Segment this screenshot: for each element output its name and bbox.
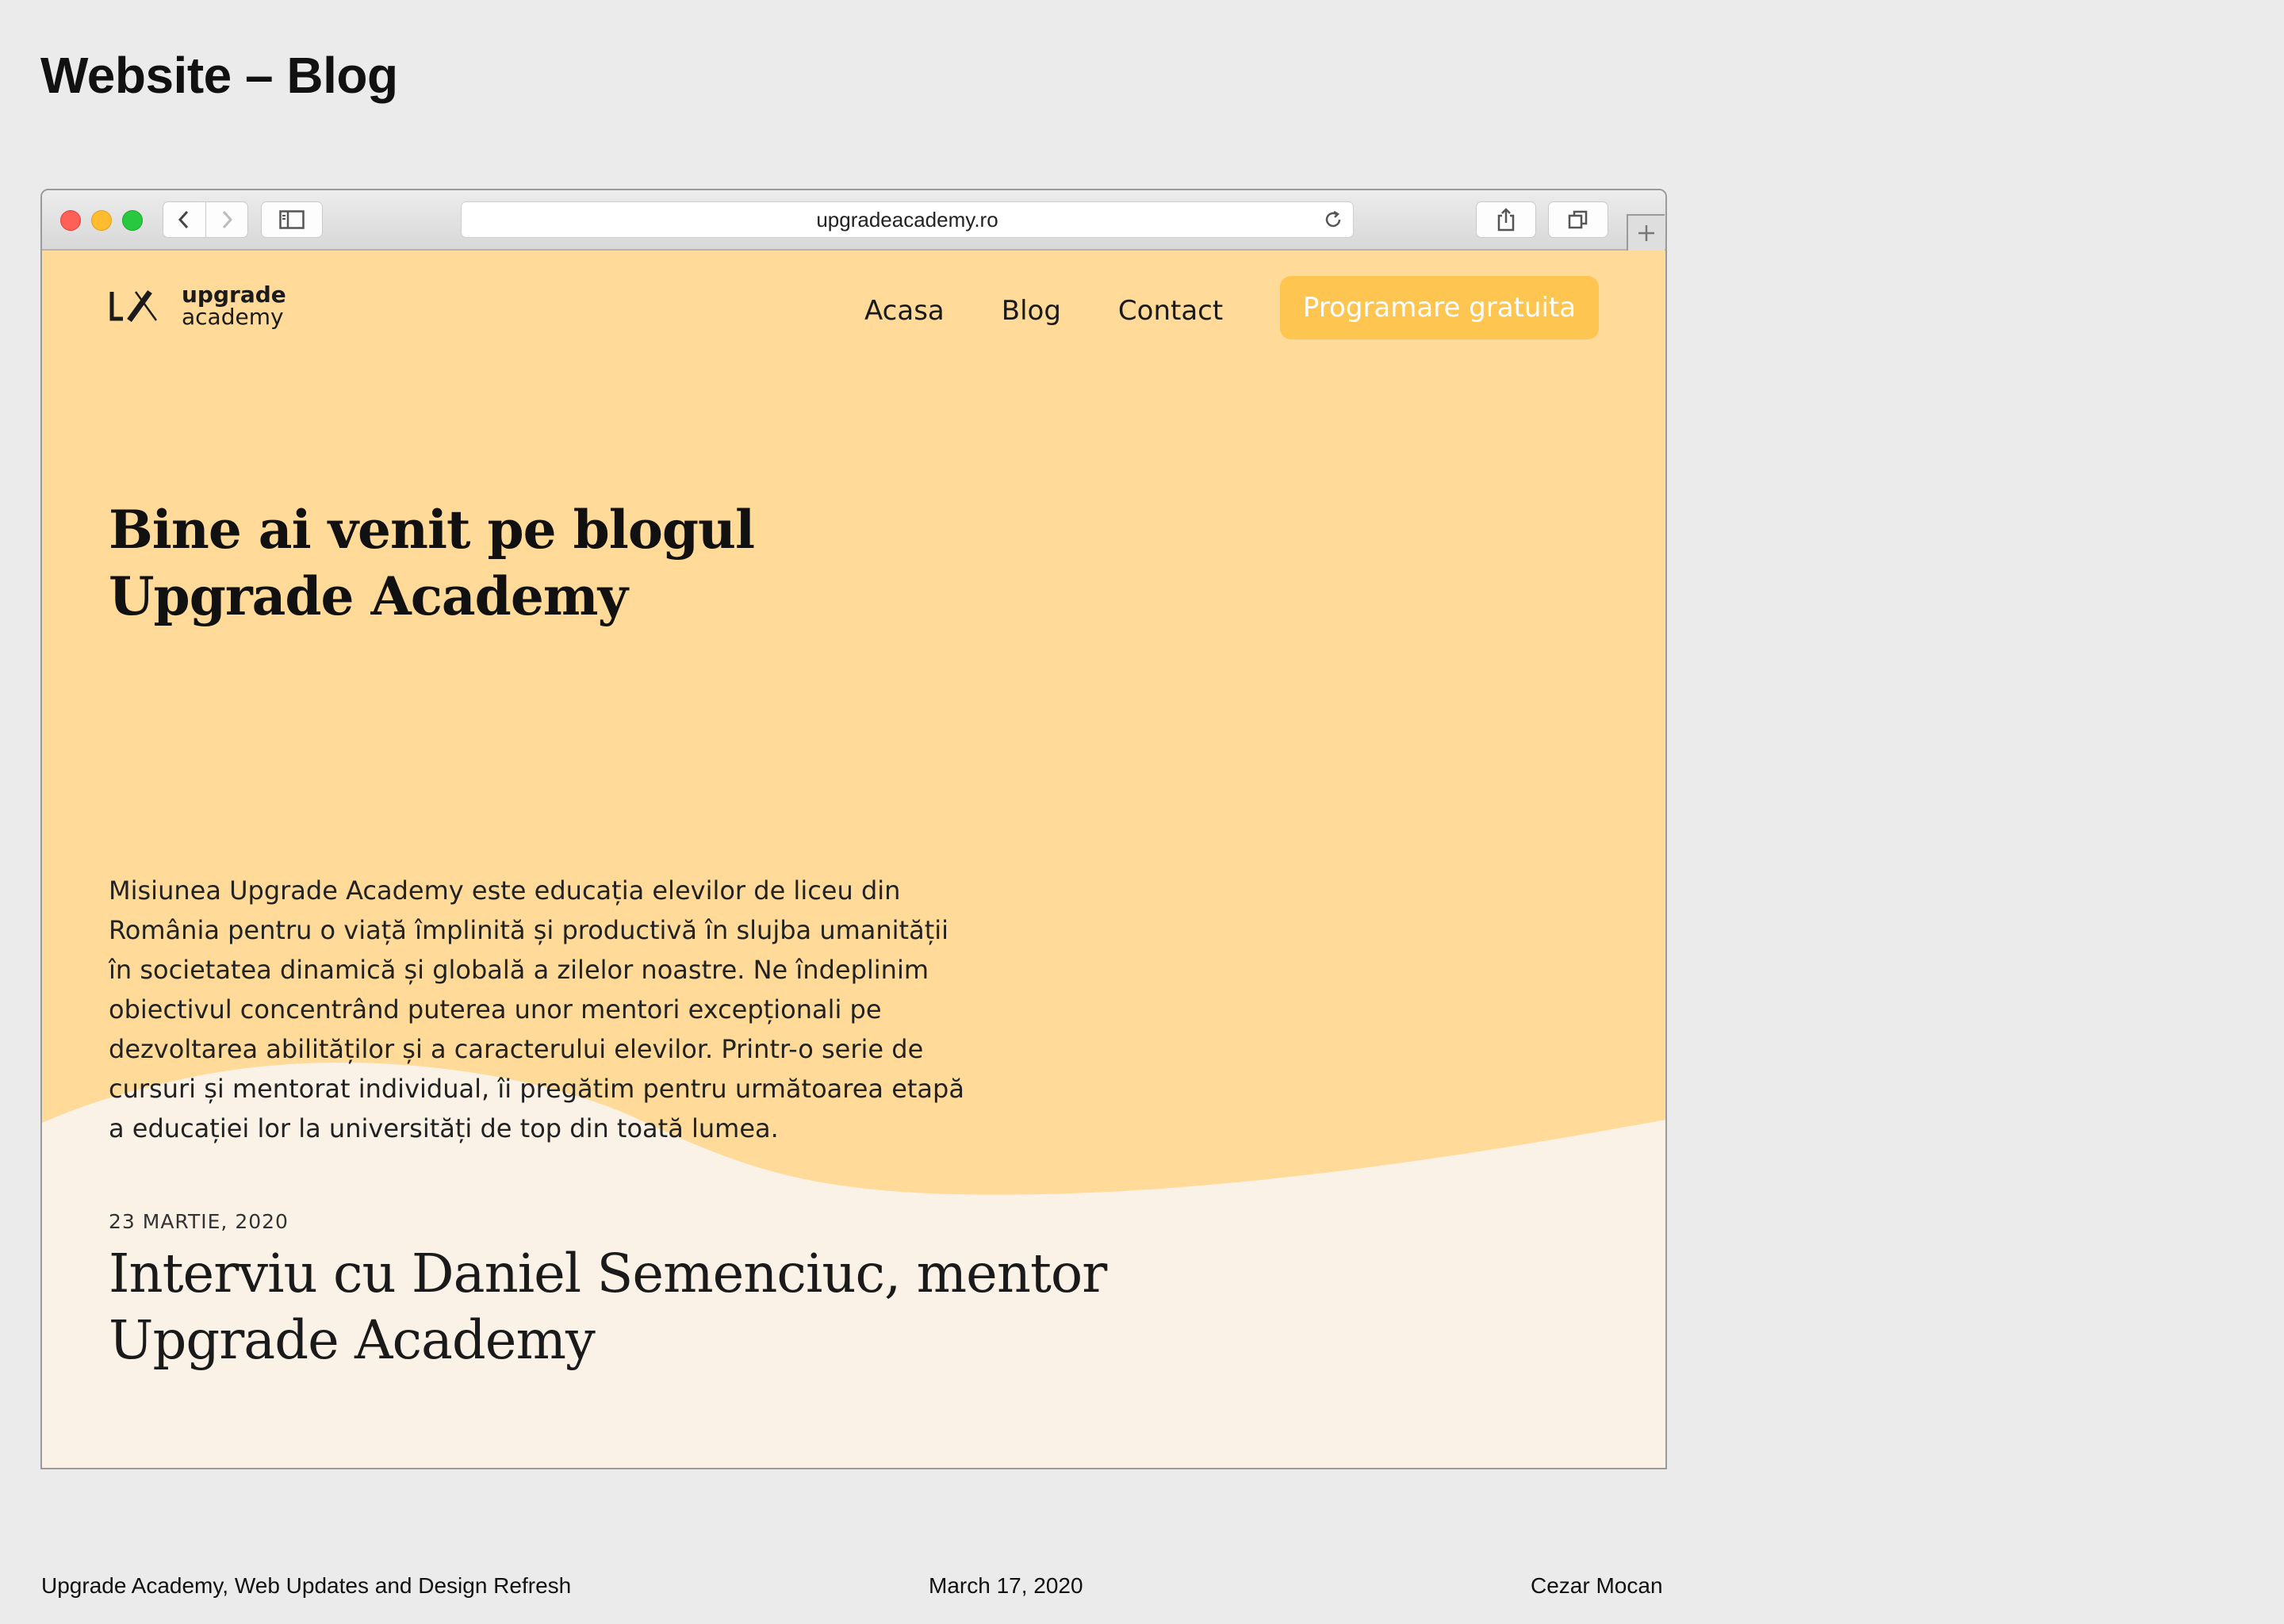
share-icon	[1497, 208, 1515, 232]
post-title-line-2: Upgrade Academy	[109, 1309, 596, 1371]
nav-link-contact[interactable]: Contact	[1118, 295, 1223, 327]
nav-link-blog[interactable]: Blog	[1002, 295, 1061, 327]
minimize-window-button[interactable]	[91, 210, 112, 231]
hero-paragraph: Misiunea Upgrade Academy este educația e…	[109, 875, 964, 1143]
hero-title: Bine ai venit pe blogul Upgrade Academy	[109, 496, 822, 630]
chevron-right-icon	[222, 210, 232, 229]
reload-icon[interactable]	[1323, 209, 1343, 230]
new-tab-button[interactable]	[1627, 214, 1665, 251]
address-bar[interactable]: upgradeacademy.ro	[461, 201, 1354, 238]
hero-title-line-2: Upgrade Academy	[109, 565, 628, 627]
tabs-overview-icon	[1568, 210, 1588, 229]
share-button[interactable]	[1476, 201, 1536, 238]
post-title-line-1: Interviu cu Daniel Semenciuc, mentor	[109, 1243, 1107, 1304]
main-nav: Acasa Blog Contact	[864, 295, 1223, 327]
nav-link-acasa[interactable]: Acasa	[864, 295, 945, 327]
close-window-button[interactable]	[60, 210, 81, 231]
page-title: Website – Blog	[40, 47, 398, 104]
site-logo[interactable]: upgrade academy	[109, 284, 286, 328]
back-button[interactable]	[163, 202, 205, 237]
post-title[interactable]: Interviu cu Daniel Semenciuc, mentor Upg…	[109, 1240, 1124, 1373]
logo-mark-icon	[109, 289, 158, 323]
free-appointment-button[interactable]: Programare gratuita	[1280, 276, 1599, 339]
tab-overview-button[interactable]	[1548, 201, 1608, 238]
post-date: 23 MARTIE, 2020	[109, 1210, 289, 1233]
browser-window: upgradeacademy.ro upgrade academy Acasa …	[40, 189, 1667, 1469]
footer-project-name: Upgrade Academy, Web Updates and Design …	[41, 1573, 572, 1598]
url-text: upgradeacademy.ro	[816, 208, 998, 232]
website-viewport: upgrade academy Acasa Blog Contact Progr…	[42, 251, 1665, 1468]
browser-toolbar: upgradeacademy.ro	[42, 190, 1665, 251]
chevron-left-icon	[178, 210, 189, 229]
logo-line-upgrade: upgrade	[182, 282, 286, 308]
sidebar-icon	[279, 210, 305, 229]
zoom-window-button[interactable]	[122, 210, 143, 231]
forward-button[interactable]	[205, 202, 248, 237]
back-forward-group	[163, 201, 248, 238]
footer-date: March 17, 2020	[929, 1573, 1083, 1598]
logo-line-academy: academy	[182, 304, 284, 330]
footer-author: Cezar Mocan	[1531, 1573, 1663, 1598]
sidebar-toggle-button[interactable]	[261, 201, 323, 238]
logo-wordmark: upgrade academy	[182, 284, 286, 328]
hero-title-line-1: Bine ai venit pe blogul	[109, 499, 755, 561]
plus-icon	[1638, 225, 1654, 241]
